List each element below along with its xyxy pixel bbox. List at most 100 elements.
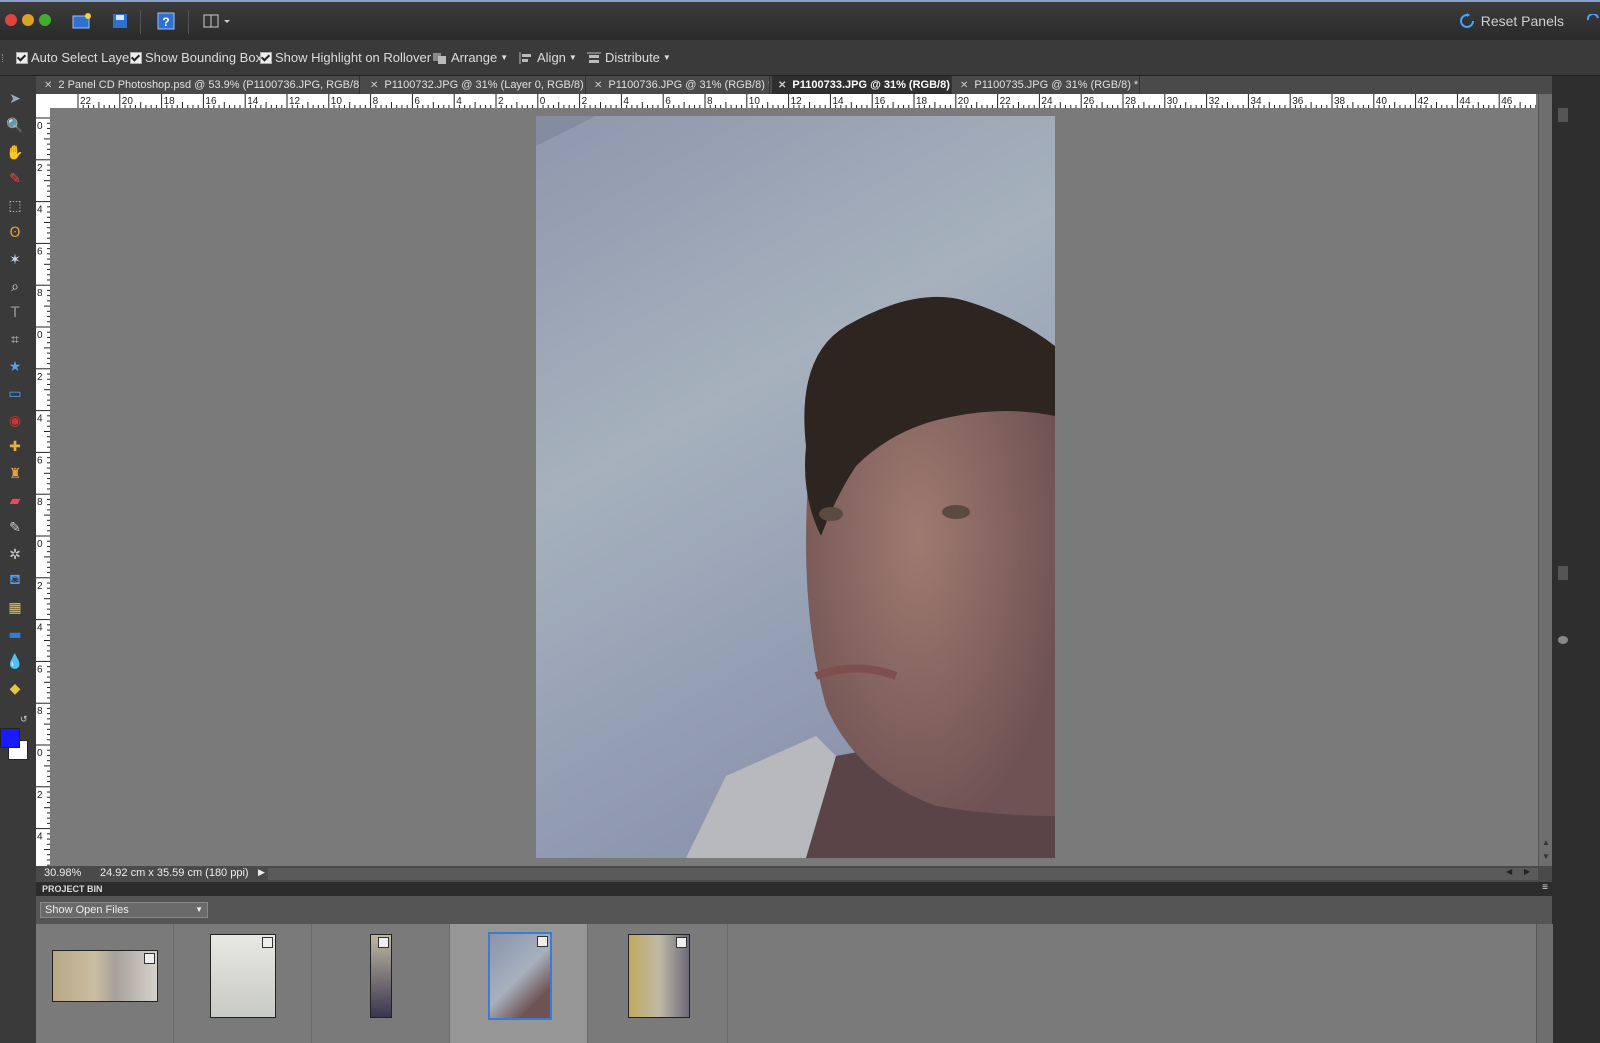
zoom-level[interactable]: 30.98% (44, 867, 81, 879)
shape-tool-icon[interactable]: ▬ (4, 624, 26, 646)
brush-tool-icon[interactable]: ✎ (4, 517, 26, 539)
scroll-right-arrow[interactable]: ▶ (1524, 867, 1530, 876)
show-open-files-select[interactable]: Show Open Files ▼ (40, 902, 208, 918)
document-image[interactable] (536, 116, 1055, 858)
ruler-tick-label: 4 (37, 623, 43, 634)
eyedropper-tool-icon[interactable]: ✎ (4, 168, 26, 190)
document-tab[interactable]: ✕ P1100736.JPG @ 31% (RGB/8) * (588, 76, 770, 94)
document-tab[interactable]: ✕ P1100732.JPG @ 31% (Layer 0, RGB/8) * (364, 76, 586, 94)
toolbar-divider (188, 10, 189, 34)
thumbnail-P1100732[interactable] (210, 934, 276, 1018)
magic-wand-tool-icon[interactable]: ✶ (4, 249, 26, 271)
move-tool-icon[interactable]: ➤ (4, 88, 26, 110)
distribute-icon (587, 52, 601, 63)
reset-panels-button[interactable]: Reset Panels (1459, 13, 1564, 29)
bin-thumbnail-cell[interactable] (588, 924, 728, 1043)
ruler-tick-label: 30 (1167, 96, 1179, 107)
crop-tool-icon[interactable]: ⌗ (4, 329, 26, 351)
ruler-tick-label: 16 (874, 96, 886, 107)
close-tab-icon[interactable]: ✕ (44, 80, 52, 91)
bin-thumbnail-cell[interactable] (36, 924, 174, 1043)
eye-icon[interactable] (1558, 636, 1568, 644)
minimize-window-button[interactable] (22, 14, 34, 26)
paint-bucket-tool-icon[interactable]: ⛾ (4, 570, 26, 592)
close-tab-icon[interactable]: ✕ (960, 80, 968, 91)
vertical-scrollbar[interactable]: ▲ ▼ (1538, 94, 1553, 868)
bin-thumbnail-cell[interactable] (312, 924, 450, 1043)
horizontal-scrollbar[interactable] (268, 868, 1538, 880)
arrange-icon (433, 52, 446, 64)
auto-select-layer-label: Auto Select Layer (31, 50, 134, 65)
red-eye-tool-icon[interactable]: ◉ (4, 410, 26, 432)
ruler-tick-label: 6 (37, 664, 43, 675)
arrange-dropdown[interactable]: Arrange ▼ (432, 50, 508, 65)
recompose-tool-icon[interactable]: ▭ (4, 383, 26, 405)
panel-tab[interactable] (1558, 108, 1568, 122)
new-file-button[interactable] (70, 10, 94, 32)
bin-thumbnail-cell[interactable] (174, 924, 312, 1043)
foreground-color-swatch[interactable] (0, 728, 20, 748)
auto-select-layer-checkbox[interactable]: Auto Select Layer (16, 50, 134, 65)
save-button[interactable] (108, 10, 132, 32)
cookie-cutter-tool-icon[interactable]: ★ (4, 356, 26, 378)
zoom-window-button[interactable] (39, 14, 51, 26)
close-tab-icon[interactable]: ✕ (594, 80, 602, 91)
scroll-down-arrow[interactable]: ▼ (1542, 852, 1550, 861)
status-menu-arrow[interactable]: ▶ (258, 867, 265, 878)
help-button[interactable]: ? (154, 10, 178, 32)
healing-brush-tool-icon[interactable]: ✚ (4, 436, 26, 458)
sponge-tool-icon[interactable]: ◆ (4, 678, 26, 700)
workspace-layout-button[interactable] (200, 10, 234, 32)
ruler-tick-label: 2 (37, 372, 43, 383)
ruler-tick-label: 2 (37, 163, 43, 174)
project-bin-header: PROJECT BIN ≡ (36, 882, 1552, 896)
right-panel-collapsed[interactable] (1552, 76, 1600, 1043)
thumbnail-P1100735[interactable] (628, 934, 690, 1018)
blur-tool-icon[interactable]: 💧 (4, 651, 26, 673)
show-highlight-checkbox[interactable]: Show Highlight on Rollover (260, 50, 431, 65)
eraser-tool-icon[interactable]: ▰ (4, 490, 26, 512)
scroll-left-arrow[interactable]: ◀ (1506, 867, 1512, 876)
gradient-tool-icon[interactable]: ▦ (4, 597, 26, 619)
show-bounding-box-label: Show Bounding Box (145, 50, 263, 65)
ruler-tick-label: 6 (37, 246, 43, 257)
tab-label: P1100736.JPG @ 31% (RGB/8) * (608, 79, 770, 91)
lasso-tool-icon[interactable]: ʘ (4, 222, 26, 244)
open-file-badge-icon (144, 953, 155, 964)
marquee-tool-icon[interactable]: ⬚ (4, 195, 26, 217)
panel-menu-icon[interactable]: ≡ (1542, 882, 1548, 893)
ruler-tick-label: 26 (1083, 96, 1095, 107)
bin-vertical-scrollbar[interactable] (1536, 924, 1553, 1043)
distribute-label: Distribute (605, 50, 660, 65)
quick-selection-tool-icon[interactable]: ⌕ (4, 276, 26, 298)
ruler-tick-label: 36 (1292, 96, 1304, 107)
panel-tab[interactable] (1558, 566, 1568, 580)
show-bounding-box-checkbox[interactable]: Show Bounding Box (130, 50, 262, 65)
type-tool-icon[interactable]: T (4, 302, 26, 324)
project-bin-title: PROJECT BIN (42, 884, 103, 894)
document-tab[interactable]: ✕ 2 Panel CD Photoshop.psd @ 53.9% (P1100… (38, 76, 360, 94)
swap-colors-icon[interactable]: ↺ (20, 714, 28, 725)
refresh-icon (1459, 13, 1474, 28)
svg-text:?: ? (162, 15, 169, 29)
ruler-tick-label: 46 (1501, 96, 1513, 107)
clone-stamp-tool-icon[interactable]: ♜ (4, 463, 26, 485)
close-window-button[interactable] (5, 14, 17, 26)
close-tab-icon[interactable]: ✕ (370, 80, 378, 91)
close-tab-icon[interactable]: ✕ (778, 80, 786, 91)
thumbnail-P1100736[interactable] (370, 934, 392, 1018)
thumbnail-2-panel-cd[interactable] (52, 950, 158, 1002)
ruler-tick-label: 2 (37, 581, 43, 592)
document-tab-active[interactable]: ✕ P1100733.JPG @ 31% (RGB/8) * (772, 76, 952, 94)
align-dropdown[interactable]: Align ▼ (518, 50, 577, 65)
thumbnail-P1100733[interactable] (488, 932, 552, 1020)
undo-icon[interactable] (1586, 12, 1600, 28)
scroll-up-arrow[interactable]: ▲ (1542, 838, 1550, 847)
open-file-badge-icon (676, 937, 687, 948)
distribute-dropdown[interactable]: Distribute ▼ (586, 50, 671, 65)
zoom-tool-icon[interactable]: 🔍 (4, 115, 26, 137)
bin-thumbnail-cell-selected[interactable] (450, 924, 588, 1043)
document-tab[interactable]: ✕ P1100735.JPG @ 31% (RGB/8) * (954, 76, 1140, 94)
hand-tool-icon[interactable]: ✋ (4, 142, 26, 164)
smart-brush-tool-icon[interactable]: ✲ (4, 544, 26, 566)
